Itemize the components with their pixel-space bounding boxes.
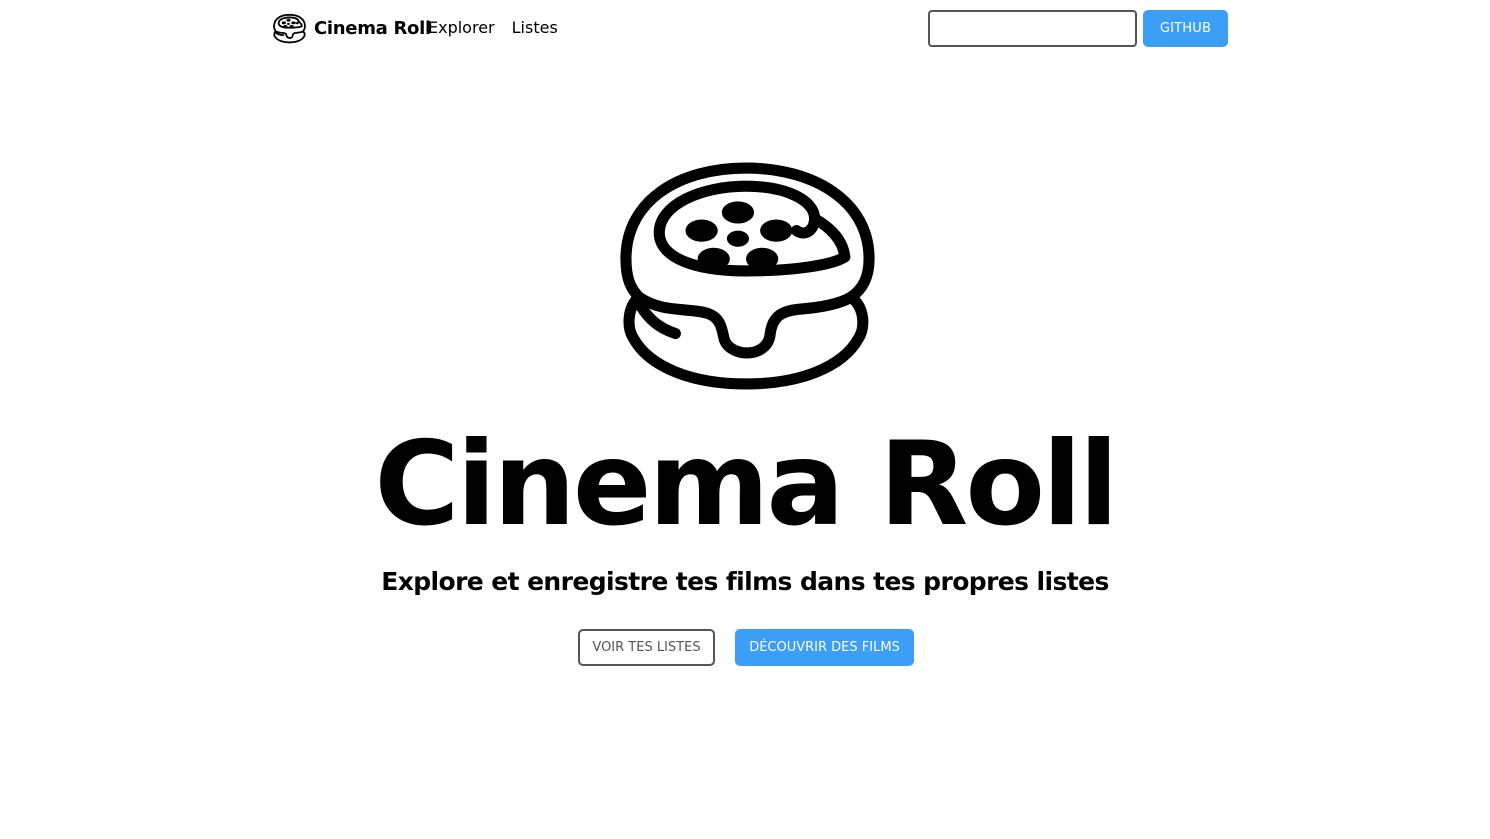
discover-films-button[interactable]: DÉCOUVRIR DES FILMS — [735, 629, 914, 666]
brand-link[interactable]: Cinema Roll — [273, 12, 431, 44]
view-lists-button[interactable]: VOIR TES LISTES — [578, 629, 715, 666]
navbar: Cinema Roll Explorer Listes GITHUB — [0, 0, 1490, 56]
github-button[interactable]: GITHUB — [1143, 10, 1228, 47]
brand-name: Cinema Roll — [314, 17, 431, 39]
hero-actions: VOIR TES LISTES DÉCOUVRIR DES FILMS — [578, 629, 914, 666]
cinnamon-roll-logo-icon — [273, 13, 306, 43]
cinnamon-roll-hero-icon — [620, 162, 875, 390]
hero-subtitle: Explore et enregistre tes films dans tes… — [381, 567, 1109, 596]
hero-title: Cinema Roll — [374, 417, 1118, 552]
nav-links: Explorer Listes — [428, 17, 558, 39]
page: Cinema Roll Explorer Listes GITHUB Cinem… — [0, 0, 1490, 839]
nav-link-listes[interactable]: Listes — [512, 17, 558, 39]
search-input[interactable] — [928, 10, 1137, 47]
nav-link-explorer[interactable]: Explorer — [428, 17, 495, 39]
